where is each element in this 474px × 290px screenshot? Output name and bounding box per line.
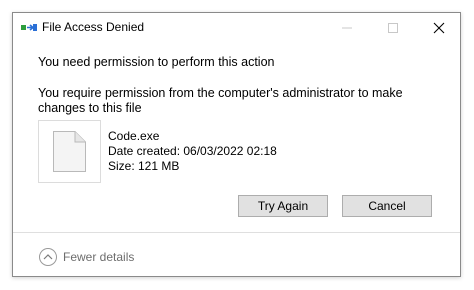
maximize-button[interactable]: [370, 13, 416, 42]
main-message: You need permission to perform this acti…: [38, 55, 275, 69]
title-bar[interactable]: File Access Denied: [13, 13, 460, 42]
file-icon: [53, 131, 86, 172]
file-thumbnail: [38, 120, 101, 183]
cancel-button[interactable]: Cancel: [342, 195, 432, 217]
fewer-details-label: Fewer details: [63, 250, 135, 264]
chevron-up-icon: [39, 248, 57, 266]
footer-divider: [13, 232, 460, 233]
close-icon: [433, 22, 445, 33]
minimize-button[interactable]: [324, 13, 370, 42]
window-title: File Access Denied: [42, 20, 145, 34]
file-info: Code.exe Date created: 06/03/2022 02:18 …: [108, 129, 277, 174]
minimize-icon: [342, 27, 352, 28]
file-size: Size: 121 MB: [108, 159, 180, 173]
file-date-created: Date created: 06/03/2022 02:18: [108, 144, 277, 158]
close-button[interactable]: [416, 13, 462, 42]
detail-message: You require permission from the computer…: [38, 86, 403, 115]
folder-arrow-icon: [21, 21, 37, 33]
try-again-button[interactable]: Try Again: [238, 195, 328, 217]
maximize-icon: [388, 22, 398, 33]
dialog-window: File Access Denied You need permission t…: [12, 12, 461, 277]
file-name: Code.exe: [108, 129, 160, 143]
